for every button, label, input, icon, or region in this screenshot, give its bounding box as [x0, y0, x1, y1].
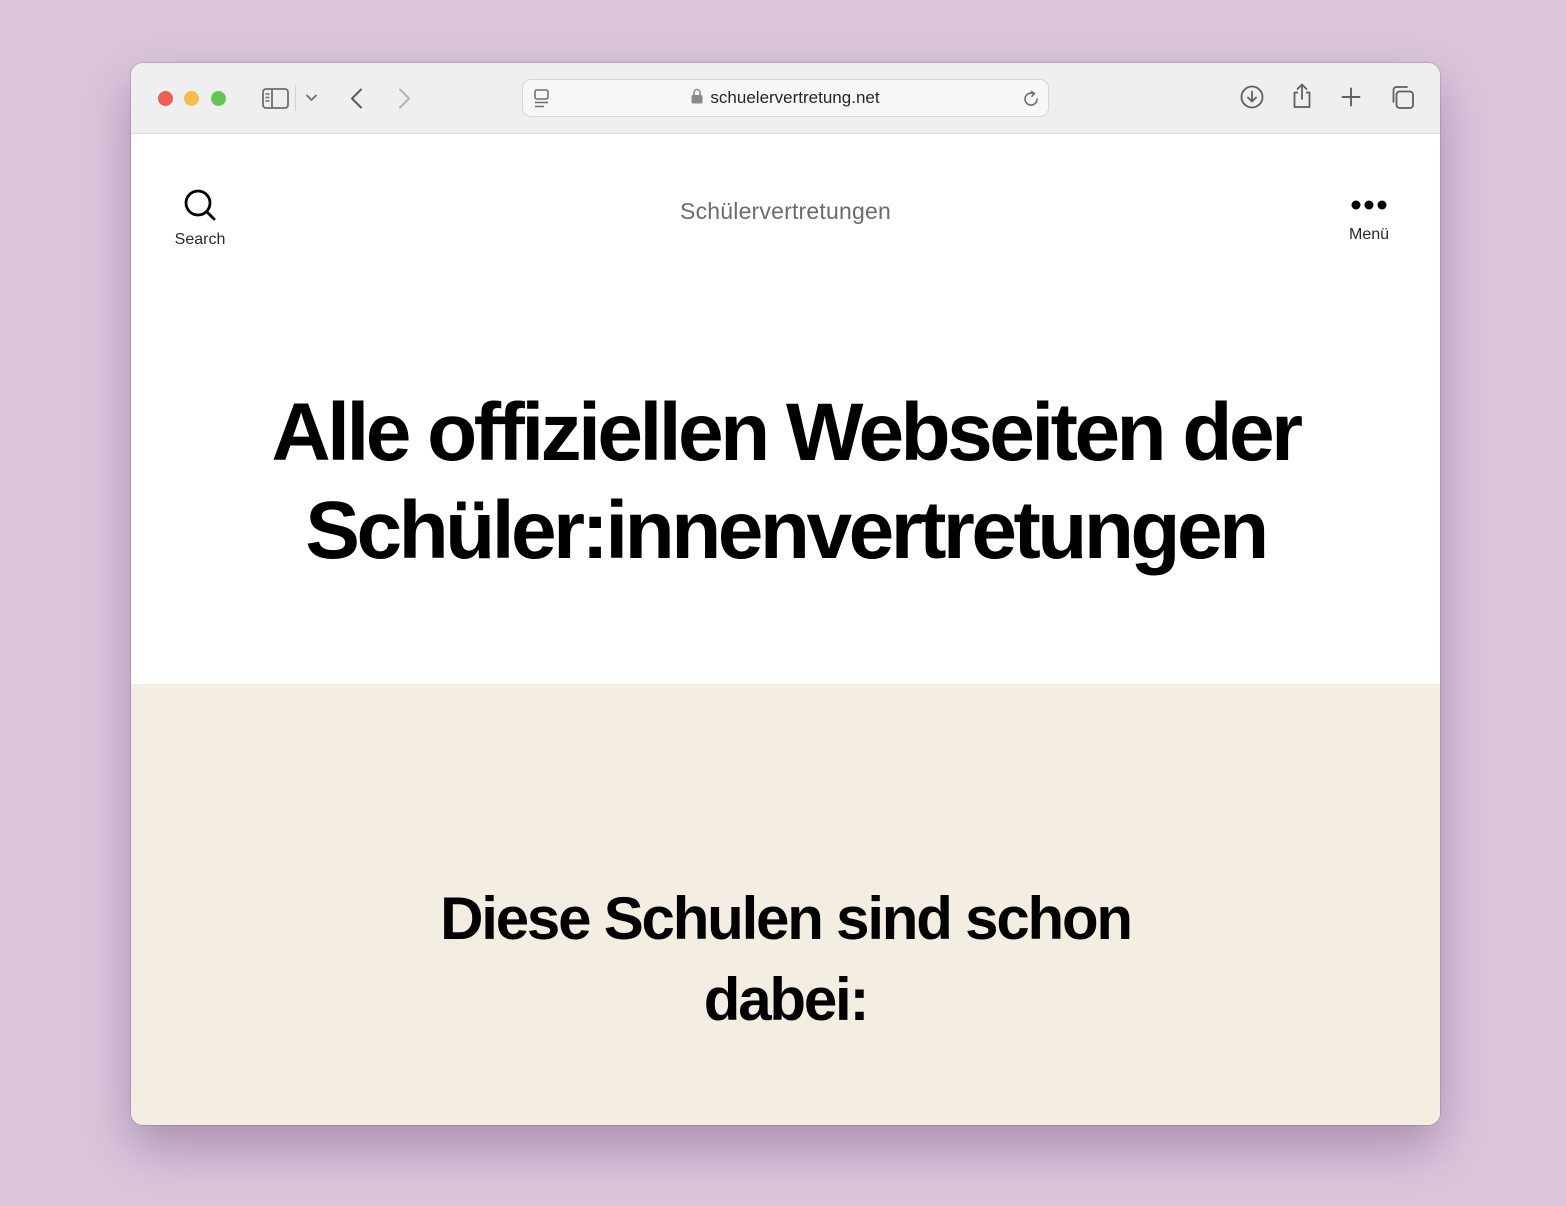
zoom-window-button[interactable]	[211, 91, 226, 106]
site-header: Search Schülervertretungen Menü Alle off…	[131, 134, 1440, 684]
chevron-left-icon[interactable]	[345, 85, 367, 111]
minimize-window-button[interactable]	[184, 91, 199, 106]
toolbar-divider	[295, 85, 296, 111]
close-window-button[interactable]	[158, 91, 173, 106]
reload-icon[interactable]	[1020, 88, 1042, 110]
sidebar-icon[interactable]	[260, 85, 290, 111]
url-text: schuelervertretung.net	[710, 88, 880, 107]
menu-toggle-button[interactable]: Menü	[1324, 188, 1414, 244]
section-title: Diese Schulen sind schon dabei:	[440, 885, 1133, 1033]
address-bar[interactable]: schuelervertretung.net	[522, 79, 1049, 117]
search-label: Search	[174, 231, 226, 248]
browser-toolbar: schuelervertretung.net	[131, 63, 1440, 134]
more-dots-icon	[1350, 188, 1388, 222]
lock-icon	[691, 88, 703, 109]
schools-section: Diese Schulen sind schon dabei:	[131, 684, 1440, 1125]
browser-window: schuelervertretung.net Search Schülerver…	[131, 63, 1440, 1125]
plus-icon[interactable]	[1340, 86, 1362, 108]
web-page: Search Schülervertretungen Menü Alle off…	[131, 134, 1440, 1125]
download-icon[interactable]	[1239, 84, 1265, 110]
site-title[interactable]: Schülervertretungen	[131, 198, 1440, 225]
share-icon[interactable]	[1290, 82, 1314, 110]
chevron-right-icon[interactable]	[393, 85, 415, 111]
url-display: schuelervertretung.net	[523, 80, 1048, 116]
page-title: Alle offiziellen Webseiten der Schüler:i…	[271, 387, 1303, 576]
menu-label: Menü	[1348, 226, 1390, 243]
tabs-icon[interactable]	[1389, 84, 1415, 110]
chevron-down-icon[interactable]	[303, 90, 319, 106]
